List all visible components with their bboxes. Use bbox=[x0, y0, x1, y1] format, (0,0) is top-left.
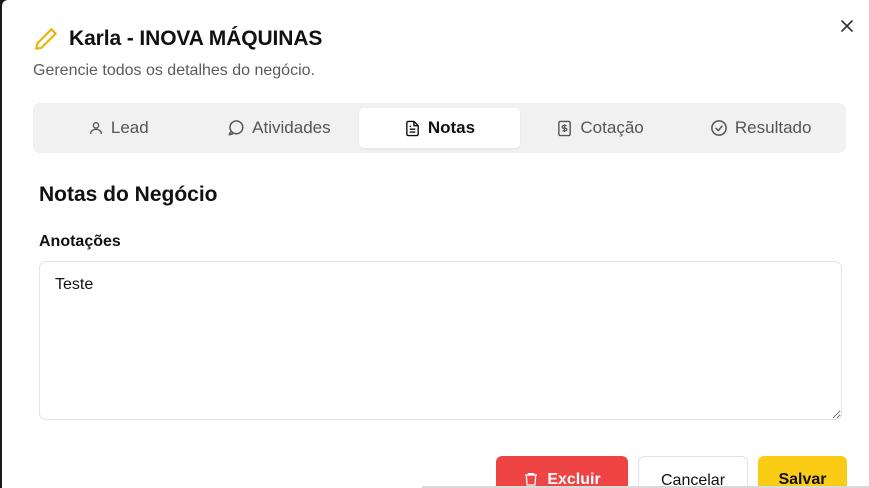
tab-resultado[interactable]: Resultado bbox=[680, 108, 841, 148]
notes-textarea[interactable]: Teste bbox=[39, 261, 842, 420]
user-icon bbox=[89, 122, 102, 135]
tab-notas[interactable]: Notas bbox=[359, 108, 520, 148]
tab-label: Lead bbox=[110, 118, 149, 137]
tab-label: Notas bbox=[427, 118, 476, 137]
trash-icon bbox=[525, 473, 538, 486]
close-button[interactable] bbox=[836, 15, 858, 37]
dialog-title: Karla - INOVA MÁQUINAS bbox=[69, 27, 323, 50]
tab-cotacao[interactable]: Cotação bbox=[520, 108, 681, 148]
tab-bar: Lead Atividades Notas Cotação Resultado bbox=[33, 103, 846, 153]
tab-label: Atividades bbox=[252, 118, 331, 137]
save-button[interactable]: Salvar bbox=[758, 456, 847, 488]
notes-field-label: Anotações bbox=[39, 233, 121, 250]
tab-lead[interactable]: Lead bbox=[38, 108, 199, 148]
section-title: Notas do Negócio bbox=[39, 183, 218, 206]
tab-atividades[interactable]: Atividades bbox=[199, 108, 360, 148]
cancel-button[interactable]: Cancelar bbox=[638, 456, 748, 488]
close-icon bbox=[841, 20, 853, 32]
tab-label: Cotação bbox=[580, 118, 644, 137]
tab-label: Resultado bbox=[734, 118, 812, 137]
message-circle-icon bbox=[228, 120, 244, 136]
deal-details-dialog: Karla - INOVA MÁQUINAS Gerencie todos os… bbox=[2, 0, 869, 488]
dialog-subtitle: Gerencie todos os detalhes do negócio. bbox=[33, 62, 315, 79]
file-text-icon bbox=[405, 120, 419, 136]
pencil-icon bbox=[35, 28, 57, 50]
dollar-document-icon bbox=[558, 120, 572, 136]
delete-button[interactable]: Excluir bbox=[496, 456, 628, 488]
dialog-header: Karla - INOVA MÁQUINAS bbox=[33, 26, 322, 52]
check-circle-icon bbox=[711, 120, 727, 136]
